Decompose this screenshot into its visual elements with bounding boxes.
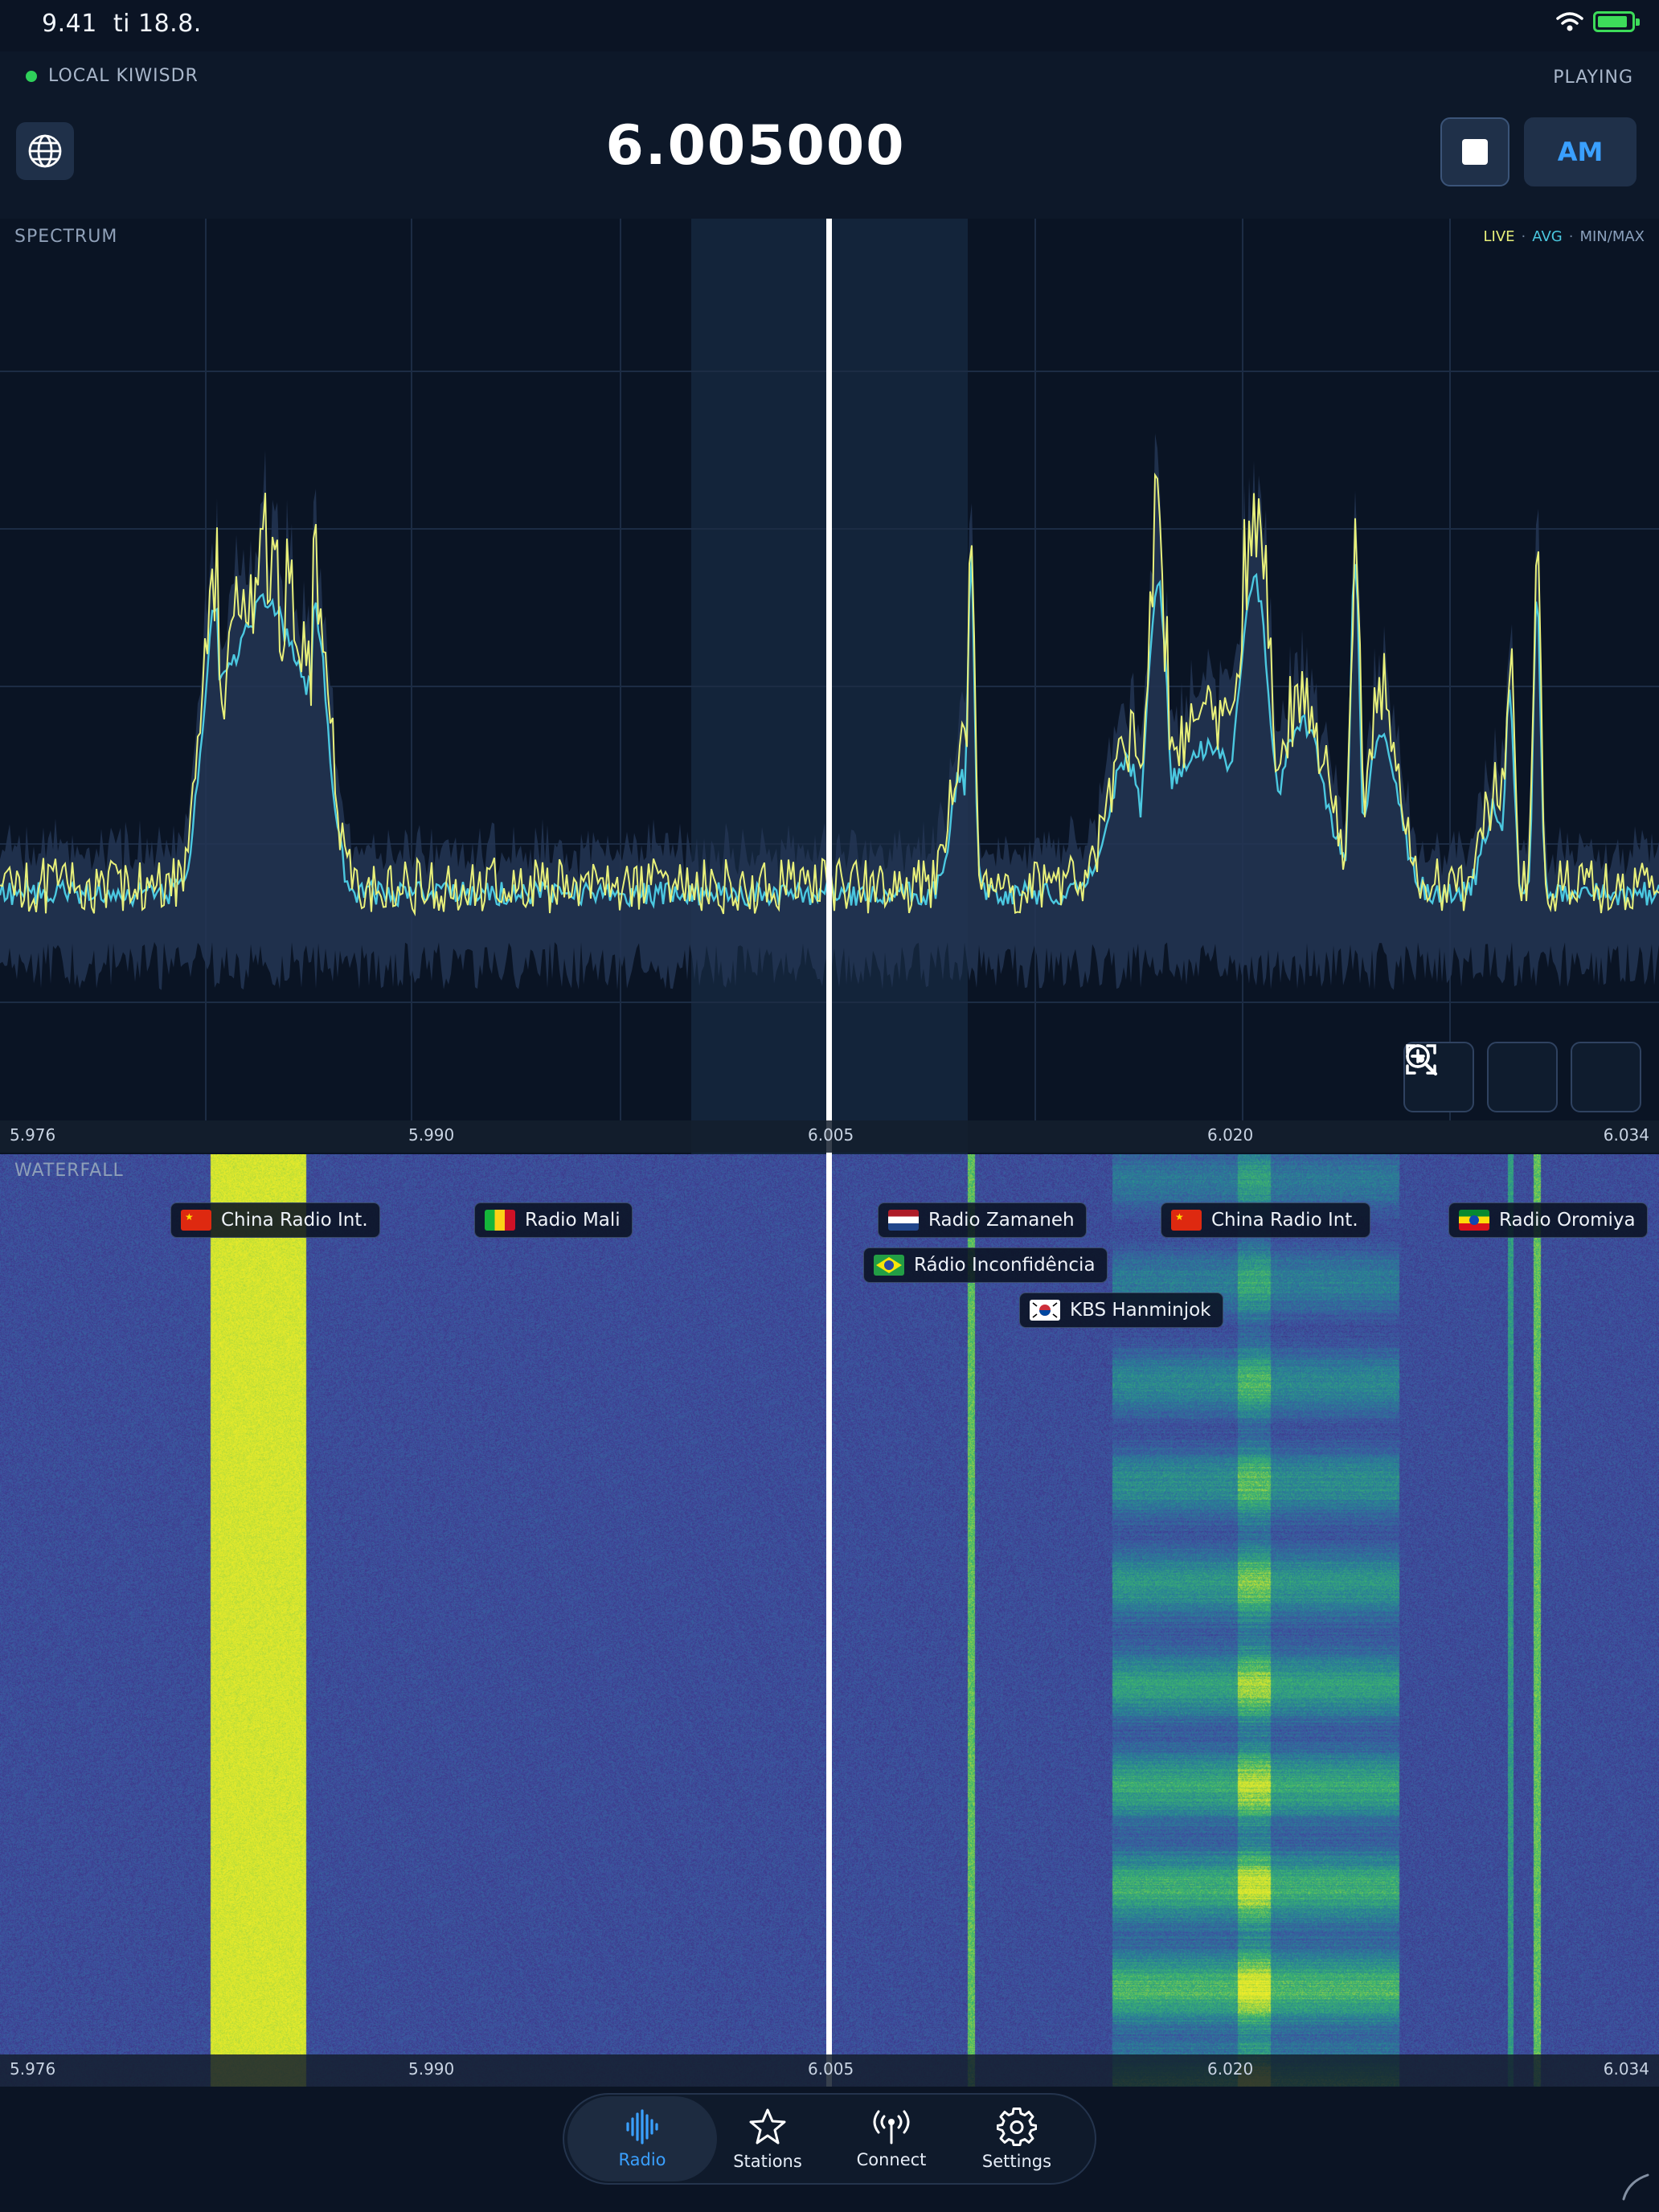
station-label[interactable]: KBS Hanminjok [1019, 1292, 1223, 1328]
station-label[interactable]: Radio Oromiya [1448, 1202, 1648, 1238]
station-label[interactable]: Radio Zamaneh [878, 1202, 1087, 1238]
brazil-flag-icon [874, 1255, 904, 1276]
zoom-controls [1403, 1042, 1641, 1112]
connection-label: LOCAL KIWISDR [48, 66, 199, 86]
waterfall-frequency-axis: 5.976 5.990 6.005 6.020 6.034 [0, 2054, 1659, 2087]
axis-tick: 5.976 [10, 2059, 56, 2079]
antenna-icon [873, 2110, 910, 2144]
status-indicators [1556, 11, 1640, 32]
star-icon [749, 2108, 786, 2144]
waveform-icon [626, 2109, 658, 2144]
waterfall-label: WATERFALL [14, 1161, 124, 1181]
netherlands-flag-icon [888, 1210, 919, 1231]
tab-settings[interactable]: Settings [948, 2096, 1085, 2181]
connection-status: LOCAL KIWISDR [26, 66, 199, 86]
tab-radio[interactable]: Radio [567, 2096, 717, 2181]
header: LOCAL KIWISDR PLAYING 6.005000 AM [0, 51, 1659, 219]
zoom-in-icon [1406, 1044, 1437, 1075]
axis-tick: 5.990 [408, 2059, 455, 2079]
status-bar: 9.41 ti 18.8. [0, 0, 1659, 51]
legend-minmax[interactable]: MIN/MAX [1579, 228, 1645, 245]
tab-connect[interactable]: Connect [823, 2096, 960, 2181]
mode-button[interactable]: AM [1524, 117, 1636, 186]
spectrum-plot[interactable] [0, 219, 1659, 1154]
spectrum-panel[interactable]: SPECTRUM LIVE · AVG · MIN/MAX 5.976 5.99… [0, 219, 1659, 1154]
wifi-icon [1556, 12, 1583, 31]
axis-tick: 5.990 [408, 1125, 455, 1145]
status-time: 9.41 ti 18.8. [42, 10, 202, 38]
axis-tick: 6.034 [1603, 1125, 1649, 1145]
battery-icon [1593, 11, 1640, 32]
tab-stations[interactable]: Stations [699, 2096, 836, 2181]
legend-live[interactable]: LIVE [1484, 228, 1515, 245]
axis-tick: 6.020 [1207, 2059, 1254, 2079]
ethiopia-flag-icon [1459, 1210, 1489, 1231]
frequency-display[interactable]: 6.005000 [0, 114, 1511, 178]
spectrum-legend: LIVE · AVG · MIN/MAX [1483, 228, 1645, 245]
station-label[interactable]: Radio Mali [474, 1202, 633, 1238]
stop-icon [1462, 139, 1488, 165]
axis-tick: 5.976 [10, 1125, 56, 1145]
resize-handle-icon[interactable] [1619, 2170, 1651, 2202]
playback-state: PLAYING [1553, 68, 1633, 88]
china-flag-icon: ★ [181, 1210, 211, 1231]
waterfall-panel[interactable]: WATERFALL ★ China Radio Int. Radio Mali … [0, 1154, 1659, 2087]
legend-avg[interactable]: AVG [1532, 228, 1562, 245]
south-korea-flag-icon [1030, 1300, 1060, 1321]
axis-tick: 6.020 [1207, 1125, 1254, 1145]
stop-button[interactable] [1440, 117, 1509, 186]
china-flag-icon: ★ [1171, 1210, 1202, 1231]
spectrum-frequency-axis: 5.976 5.990 6.005 6.020 6.034 [0, 1120, 1659, 1153]
tab-bar: Radio Stations Connect Settings [0, 2087, 1659, 2212]
station-label[interactable]: Rádio Inconfidência [863, 1247, 1108, 1283]
gear-icon [997, 2108, 1037, 2146]
zoom-in-button[interactable] [1406, 1042, 1641, 1112]
tuning-marker[interactable] [826, 1154, 832, 2087]
station-label[interactable]: ★ China Radio Int. [1161, 1202, 1370, 1238]
axis-tick: 6.034 [1603, 2059, 1649, 2079]
axis-tick: 6.005 [808, 2059, 854, 2079]
mali-flag-icon [485, 1210, 515, 1231]
fit-view-button[interactable] [1406, 1042, 1558, 1112]
connected-indicator-icon [26, 70, 37, 82]
station-label[interactable]: ★ China Radio Int. [170, 1202, 380, 1238]
spectrum-label: SPECTRUM [14, 227, 118, 247]
axis-tick: 6.005 [808, 1125, 854, 1145]
